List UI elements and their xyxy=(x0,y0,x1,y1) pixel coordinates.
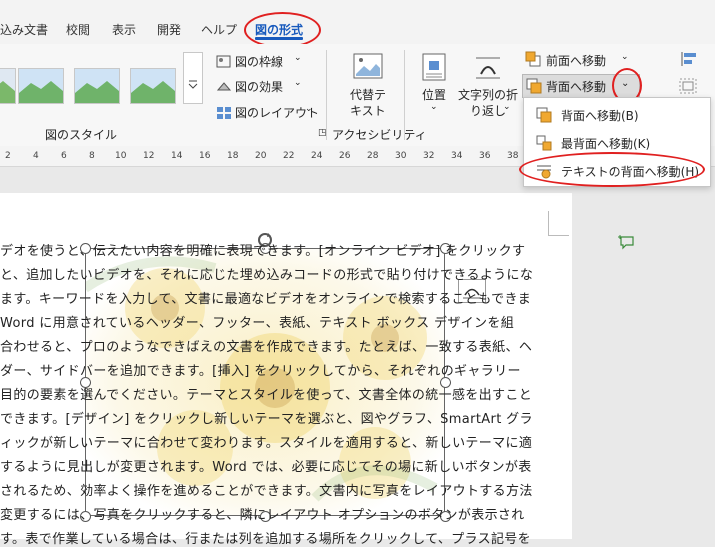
document-line: ダー、サイドバーを追加できます。[挿入] をクリックしてから、それぞれのギャラリ… xyxy=(0,364,521,379)
alt-text-label[interactable]: 代替テ xyxy=(350,86,386,103)
document-line: デオを使うと、伝えたい内容を明確に表現できます。[オンライン ビデオ] をクリッ… xyxy=(0,244,526,259)
document-line: ます。キーワードを入力して、文書に最適なビデオをオンラインで検索することもできま xyxy=(0,292,532,307)
ruler-tick: 12 xyxy=(143,151,155,161)
document-line: できます。[デザイン] をクリックし新しいテーマを選ぶと、図やグラフ、Smart… xyxy=(0,412,533,427)
ruler-tick: 16 xyxy=(199,151,211,161)
ruler-tick: 32 xyxy=(423,151,435,161)
chevron-down-icon: ⌄ xyxy=(294,78,302,88)
chevron-down-icon: ⌄ xyxy=(305,104,313,114)
send-backward-icon xyxy=(526,78,542,94)
picture-style-thumb[interactable] xyxy=(0,68,16,104)
document-line: するように見出しが変更されます。Word では、必要に応じてその場に新しいボタン… xyxy=(0,460,532,475)
bring-forward-button[interactable]: 前面へ移動 xyxy=(546,52,606,69)
ruler-tick: 14 xyxy=(171,151,183,161)
ruler-tick: 26 xyxy=(339,151,351,161)
picture-effects-button[interactable]: 図の効果 xyxy=(235,78,283,95)
picture-style-thumb[interactable] xyxy=(130,68,176,104)
send-backward-icon xyxy=(536,107,552,123)
ruler-tick: 34 xyxy=(451,151,463,161)
wrap-text-label[interactable]: り返し xyxy=(470,102,506,119)
document-line: Word に用意されているヘッダー、フッター、表紙、テキスト ボックス デザイン… xyxy=(0,316,515,331)
group-divider xyxy=(404,50,405,140)
ruler-tick: 20 xyxy=(255,151,267,161)
picture-style-thumb[interactable] xyxy=(18,68,64,104)
tab-mailings[interactable]: 込み文書 xyxy=(0,21,48,38)
document-line: されるため、効率よく操作を進めることができます。文書内に写真をレイアウトする方法 xyxy=(0,484,533,499)
document-line: ィックが新しいテーマに合わせて変わります。スタイルを適用すると、新しいテーマに適 xyxy=(0,436,533,451)
document-line: す。表で作業している場合は、行または列を追加する場所をクリックして、プラス記号を xyxy=(0,532,532,547)
group-icon[interactable] xyxy=(678,77,700,95)
ruler-tick: 22 xyxy=(283,151,295,161)
wrap-text-icon xyxy=(473,52,503,82)
position-button[interactable]: 位置 xyxy=(422,86,446,103)
picture-effects-icon xyxy=(216,79,232,93)
ribbon-tab-bar: 込み文書 校閲 表示 開発 ヘルプ 図の形式 xyxy=(0,0,715,48)
tab-view[interactable]: 表示 xyxy=(112,21,136,38)
chevron-down-icon: ⌄ xyxy=(430,102,438,112)
alt-text-icon xyxy=(352,52,384,82)
position-icon xyxy=(421,52,447,82)
chevron-down-icon: ⌄ xyxy=(621,52,629,62)
ruler-tick: 10 xyxy=(115,151,127,161)
picture-styles-group-label: 図のスタイル xyxy=(45,128,118,142)
picture-border-button[interactable]: 図の枠線 xyxy=(235,53,283,70)
document-line: 合わせると、プロのようなできばえの文書を作成できます。たとえば、一致する表紙、ヘ xyxy=(0,340,533,355)
menu-item-label: 背面へ移動(B) xyxy=(561,109,639,123)
document-line: 変更するには、写真をクリックすると、隣にレイアウト オプションのボタンが表示され xyxy=(0,508,525,523)
align-icon[interactable] xyxy=(680,50,702,68)
annotation-circle-tab xyxy=(244,12,321,48)
tab-review[interactable]: 校閲 xyxy=(66,21,90,38)
ruler-tick: 24 xyxy=(311,151,323,161)
send-to-back-icon xyxy=(536,135,552,151)
menu-item-send-backward[interactable]: 背面へ移動(B) xyxy=(524,101,710,128)
accessibility-group-label: アクセシビリティ xyxy=(332,128,427,142)
ruler-tick: 36 xyxy=(479,151,491,161)
tab-developer[interactable]: 開発 xyxy=(157,21,181,38)
tab-help[interactable]: ヘルプ xyxy=(201,21,237,38)
ruler-tick: 2 xyxy=(5,151,11,161)
chevron-down-icon: ⌄ xyxy=(294,53,302,63)
picture-style-thumb[interactable] xyxy=(74,68,120,104)
margin-corner-mark xyxy=(548,211,569,236)
group-divider xyxy=(326,50,327,140)
ruler-tick: 18 xyxy=(227,151,239,161)
bring-forward-icon xyxy=(525,51,541,67)
document-line: と、追加したいビデオを、それに応じた埋め込みコードの形式で貼り付けできるようにな xyxy=(0,268,534,283)
chevron-down-icon: ⌄ xyxy=(503,102,511,112)
document-line: 目的の要素を選んでください。テーマとスタイルを使って、文書全体の統一感を出すこと xyxy=(0,388,533,403)
ruler-tick: 30 xyxy=(395,151,407,161)
ruler-tick: 6 xyxy=(61,151,67,161)
send-backward-button[interactable]: 背面へ移動 xyxy=(546,78,606,95)
ruler-tick: 8 xyxy=(89,151,95,161)
wrap-text-button[interactable]: 文字列の折 xyxy=(458,86,518,103)
picture-layout-icon xyxy=(216,105,232,119)
picture-border-icon xyxy=(216,54,232,68)
ruler-tick: 38 xyxy=(507,151,519,161)
ruler-tick: 28 xyxy=(367,151,379,161)
menu-item-label: 最背面へ移動(K) xyxy=(561,137,651,151)
document-page[interactable]: デオを使うと、伝えたい内容を明確に表現できます。[オンライン ビデオ] をクリッ… xyxy=(0,193,572,547)
alt-text-label[interactable]: キスト xyxy=(350,102,386,119)
ruler-tick: 4 xyxy=(33,151,39,161)
picture-styles-more-button[interactable] xyxy=(183,52,203,104)
comment-icon[interactable] xyxy=(618,234,636,250)
annotation-circle-menu-item xyxy=(519,152,705,187)
